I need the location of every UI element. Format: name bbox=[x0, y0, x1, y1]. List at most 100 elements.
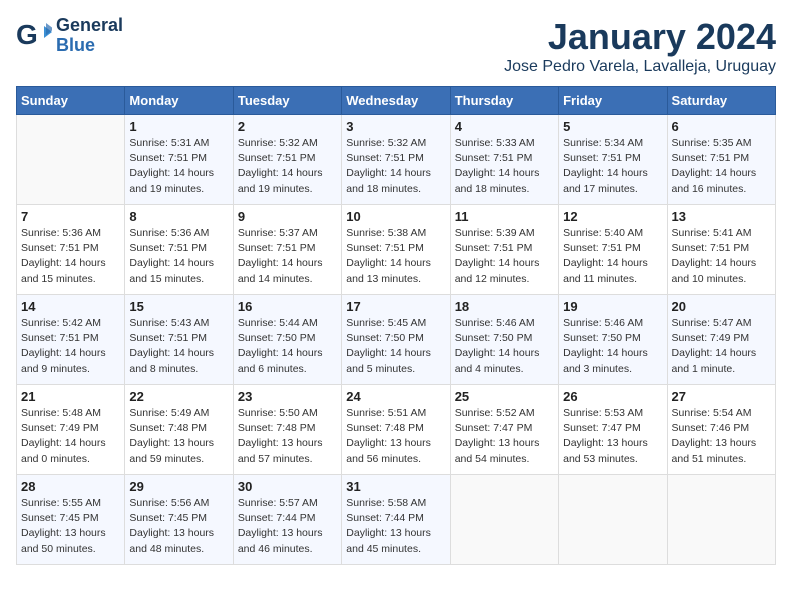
month-title: January 2024 bbox=[504, 16, 776, 58]
cell-data: Sunrise: 5:46 AMSunset: 7:50 PMDaylight:… bbox=[563, 316, 662, 377]
calendar-cell: 1 Sunrise: 5:31 AMSunset: 7:51 PMDaylight… bbox=[125, 115, 233, 205]
cell-data: Sunrise: 5:50 AMSunset: 7:48 PMDaylight:… bbox=[238, 406, 337, 467]
header-saturday: Saturday bbox=[667, 87, 775, 115]
cell-data: Sunrise: 5:49 AMSunset: 7:48 PMDaylight:… bbox=[129, 406, 228, 467]
cell-data: Sunrise: 5:34 AMSunset: 7:51 PMDaylight:… bbox=[563, 136, 662, 197]
day-number: 22 bbox=[129, 389, 228, 404]
calendar-cell: 23 Sunrise: 5:50 AMSunset: 7:48 PMDayligh… bbox=[233, 385, 341, 475]
calendar-cell: 18Sunrise: 5:46 AMSunset: 7:50 PMDayligh… bbox=[450, 295, 558, 385]
day-number: 12 bbox=[563, 209, 662, 224]
cell-data: Sunrise: 5:35 AMSunset: 7:51 PMDaylight:… bbox=[672, 136, 771, 197]
calendar-cell: 8 Sunrise: 5:36 AMSunset: 7:51 PMDaylight… bbox=[125, 205, 233, 295]
header-wednesday: Wednesday bbox=[342, 87, 450, 115]
day-number: 15 bbox=[129, 299, 228, 314]
cell-data: Sunrise: 5:36 AMSunset: 7:51 PMDaylight:… bbox=[21, 226, 120, 287]
calendar-week-row: 1 Sunrise: 5:31 AMSunset: 7:51 PMDaylight… bbox=[17, 115, 776, 205]
day-number: 2 bbox=[238, 119, 337, 134]
calendar-week-row: 21 Sunrise: 5:48 AMSunset: 7:49 PMDayligh… bbox=[17, 385, 776, 475]
calendar-cell: 17 Sunrise: 5:45 AMSunset: 7:50 PMDayligh… bbox=[342, 295, 450, 385]
cell-data: Sunrise: 5:44 AMSunset: 7:50 PMDaylight:… bbox=[238, 316, 337, 377]
location-title: Jose Pedro Varela, Lavalleja, Uruguay bbox=[504, 58, 776, 76]
day-number: 27 bbox=[672, 389, 771, 404]
cell-data: Sunrise: 5:42 AMSunset: 7:51 PMDaylight:… bbox=[21, 316, 120, 377]
cell-data: Sunrise: 5:40 AMSunset: 7:51 PMDaylight:… bbox=[563, 226, 662, 287]
calendar-cell: 2Sunrise: 5:32 AMSunset: 7:51 PMDaylight… bbox=[233, 115, 341, 205]
cell-data: Sunrise: 5:54 AMSunset: 7:46 PMDaylight:… bbox=[672, 406, 771, 467]
cell-data: Sunrise: 5:36 AMSunset: 7:51 PMDaylight:… bbox=[129, 226, 228, 287]
calendar-cell: 10 Sunrise: 5:38 AMSunset: 7:51 PMDayligh… bbox=[342, 205, 450, 295]
day-number: 24 bbox=[346, 389, 445, 404]
calendar-cell: 12 Sunrise: 5:40 AMSunset: 7:51 PMDayligh… bbox=[559, 205, 667, 295]
calendar-cell: 21 Sunrise: 5:48 AMSunset: 7:49 PMDayligh… bbox=[17, 385, 125, 475]
header-tuesday: Tuesday bbox=[233, 87, 341, 115]
calendar-cell bbox=[667, 475, 775, 565]
header-friday: Friday bbox=[559, 87, 667, 115]
calendar-cell: 4 Sunrise: 5:33 AMSunset: 7:51 PMDaylight… bbox=[450, 115, 558, 205]
calendar-week-row: 28 Sunrise: 5:55 AMSunset: 7:45 PMDayligh… bbox=[17, 475, 776, 565]
calendar-cell: 5 Sunrise: 5:34 AMSunset: 7:51 PMDaylight… bbox=[559, 115, 667, 205]
cell-data: Sunrise: 5:45 AMSunset: 7:50 PMDaylight:… bbox=[346, 316, 445, 377]
day-number: 6 bbox=[672, 119, 771, 134]
calendar-cell: 26 Sunrise: 5:53 AMSunset: 7:47 PMDayligh… bbox=[559, 385, 667, 475]
logo: G General Blue bbox=[16, 16, 123, 56]
cell-data: Sunrise: 5:57 AMSunset: 7:44 PMDaylight:… bbox=[238, 496, 337, 557]
calendar-cell bbox=[450, 475, 558, 565]
calendar-cell: 16Sunrise: 5:44 AMSunset: 7:50 PMDayligh… bbox=[233, 295, 341, 385]
day-number: 17 bbox=[346, 299, 445, 314]
cell-data: Sunrise: 5:31 AMSunset: 7:51 PMDaylight:… bbox=[129, 136, 228, 197]
logo-icon: G bbox=[16, 18, 52, 54]
day-number: 13 bbox=[672, 209, 771, 224]
day-number: 21 bbox=[21, 389, 120, 404]
day-number: 4 bbox=[455, 119, 554, 134]
day-number: 30 bbox=[238, 479, 337, 494]
cell-data: Sunrise: 5:33 AMSunset: 7:51 PMDaylight:… bbox=[455, 136, 554, 197]
cell-data: Sunrise: 5:38 AMSunset: 7:51 PMDaylight:… bbox=[346, 226, 445, 287]
calendar-cell: 31Sunrise: 5:58 AMSunset: 7:44 PMDayligh… bbox=[342, 475, 450, 565]
day-number: 26 bbox=[563, 389, 662, 404]
calendar-cell: 11Sunrise: 5:39 AMSunset: 7:51 PMDayligh… bbox=[450, 205, 558, 295]
calendar-cell: 30 Sunrise: 5:57 AMSunset: 7:44 PMDayligh… bbox=[233, 475, 341, 565]
calendar-cell bbox=[559, 475, 667, 565]
cell-data: Sunrise: 5:55 AMSunset: 7:45 PMDaylight:… bbox=[21, 496, 120, 557]
day-number: 5 bbox=[563, 119, 662, 134]
day-number: 1 bbox=[129, 119, 228, 134]
calendar-cell: 24 Sunrise: 5:51 AMSunset: 7:48 PMDayligh… bbox=[342, 385, 450, 475]
cell-data: Sunrise: 5:53 AMSunset: 7:47 PMDaylight:… bbox=[563, 406, 662, 467]
day-number: 8 bbox=[129, 209, 228, 224]
day-number: 10 bbox=[346, 209, 445, 224]
cell-data: Sunrise: 5:56 AMSunset: 7:45 PMDaylight:… bbox=[129, 496, 228, 557]
cell-data: Sunrise: 5:37 AMSunset: 7:51 PMDaylight:… bbox=[238, 226, 337, 287]
calendar-cell: 19Sunrise: 5:46 AMSunset: 7:50 PMDayligh… bbox=[559, 295, 667, 385]
calendar-cell: 20 Sunrise: 5:47 AMSunset: 7:49 PMDayligh… bbox=[667, 295, 775, 385]
calendar-cell: 14Sunrise: 5:42 AMSunset: 7:51 PMDayligh… bbox=[17, 295, 125, 385]
header: G General Blue January 2024 Jose Pedro V… bbox=[16, 16, 776, 76]
calendar-header-row: SundayMondayTuesdayWednesdayThursdayFrid… bbox=[17, 87, 776, 115]
calendar-cell: 28 Sunrise: 5:55 AMSunset: 7:45 PMDayligh… bbox=[17, 475, 125, 565]
calendar-cell: 3Sunrise: 5:32 AMSunset: 7:51 PMDaylight… bbox=[342, 115, 450, 205]
day-number: 28 bbox=[21, 479, 120, 494]
cell-data: Sunrise: 5:51 AMSunset: 7:48 PMDaylight:… bbox=[346, 406, 445, 467]
calendar-cell: 6 Sunrise: 5:35 AMSunset: 7:51 PMDaylight… bbox=[667, 115, 775, 205]
calendar-cell: 13 Sunrise: 5:41 AMSunset: 7:51 PMDayligh… bbox=[667, 205, 775, 295]
calendar-cell: 22 Sunrise: 5:49 AMSunset: 7:48 PMDayligh… bbox=[125, 385, 233, 475]
day-number: 23 bbox=[238, 389, 337, 404]
day-number: 29 bbox=[129, 479, 228, 494]
day-number: 20 bbox=[672, 299, 771, 314]
logo-general: General bbox=[56, 16, 123, 36]
calendar-cell: 7 Sunrise: 5:36 AMSunset: 7:51 PMDaylight… bbox=[17, 205, 125, 295]
day-number: 7 bbox=[21, 209, 120, 224]
logo-blue: Blue bbox=[56, 36, 123, 56]
cell-data: Sunrise: 5:52 AMSunset: 7:47 PMDaylight:… bbox=[455, 406, 554, 467]
cell-data: Sunrise: 5:48 AMSunset: 7:49 PMDaylight:… bbox=[21, 406, 120, 467]
day-number: 3 bbox=[346, 119, 445, 134]
day-number: 18 bbox=[455, 299, 554, 314]
day-number: 25 bbox=[455, 389, 554, 404]
calendar-week-row: 7 Sunrise: 5:36 AMSunset: 7:51 PMDaylight… bbox=[17, 205, 776, 295]
cell-data: Sunrise: 5:41 AMSunset: 7:51 PMDaylight:… bbox=[672, 226, 771, 287]
calendar-cell: 27 Sunrise: 5:54 AMSunset: 7:46 PMDayligh… bbox=[667, 385, 775, 475]
title-area: January 2024 Jose Pedro Varela, Lavallej… bbox=[504, 16, 776, 76]
day-number: 31 bbox=[346, 479, 445, 494]
calendar-cell: 15Sunrise: 5:43 AMSunset: 7:51 PMDayligh… bbox=[125, 295, 233, 385]
cell-data: Sunrise: 5:47 AMSunset: 7:49 PMDaylight:… bbox=[672, 316, 771, 377]
calendar-cell: 9Sunrise: 5:37 AMSunset: 7:51 PMDaylight… bbox=[233, 205, 341, 295]
